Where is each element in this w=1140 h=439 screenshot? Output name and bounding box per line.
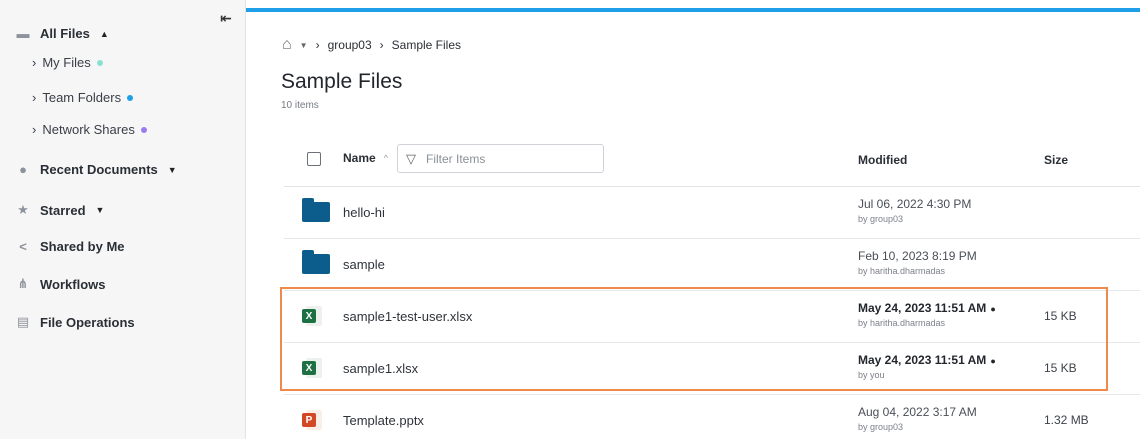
folder-icon bbox=[302, 250, 330, 274]
file-size: 1.32 MB bbox=[1044, 413, 1089, 427]
sort-up-icon: ^ bbox=[383, 153, 388, 163]
modified-by: by group03 bbox=[858, 422, 904, 432]
sidebar-item-label: My Files bbox=[42, 55, 91, 70]
sidebar-item-team-folders[interactable]: › Team Folders bbox=[32, 90, 134, 105]
chevron-right-icon: › bbox=[379, 38, 384, 52]
sidebar-item-recent-documents[interactable]: ● Recent Documents ▼ bbox=[14, 162, 177, 177]
file-size: 15 KB bbox=[1044, 309, 1077, 323]
star-icon: ★ bbox=[17, 202, 29, 217]
excel-file-icon: X bbox=[302, 306, 322, 326]
table-row[interactable]: sample Feb 10, 2023 8:19 PM by haritha.d… bbox=[284, 239, 1140, 291]
file-name[interactable]: hello-hi bbox=[343, 205, 385, 220]
file-name[interactable]: sample1.xlsx bbox=[343, 361, 418, 376]
filter-icon: ▽ bbox=[406, 150, 416, 166]
table-header: Name ^ ▽ Filter Items Modified Size bbox=[284, 131, 1140, 187]
sidebar-item-label: Starred bbox=[40, 202, 86, 218]
sidebar-item-label: All Files bbox=[40, 26, 90, 41]
item-count: 10 items bbox=[281, 100, 319, 111]
table-row[interactable]: X sample1-test-user.xlsx May 24, 2023 11… bbox=[284, 291, 1140, 343]
file-name[interactable]: sample1-test-user.xlsx bbox=[343, 309, 472, 324]
chevron-right-icon: › bbox=[32, 90, 37, 105]
sidebar-item-workflows[interactable]: ⋔ Workflows bbox=[14, 276, 106, 292]
breadcrumb: ⌂ ▼ › group03 › Sample Files bbox=[282, 36, 461, 54]
table-row[interactable]: hello-hi Jul 06, 2022 4:30 PM by group03 bbox=[284, 187, 1140, 239]
sidebar-item-label: Network Shares bbox=[42, 122, 135, 137]
folder-icon bbox=[302, 198, 330, 222]
sidebar-item-file-operations[interactable]: ▤ File Operations bbox=[14, 314, 135, 330]
excel-file-icon: X bbox=[302, 358, 322, 378]
modified-by: by haritha.dharmadas bbox=[858, 266, 946, 276]
column-size-header[interactable]: Size bbox=[1044, 153, 1068, 167]
modified-date: Aug 04, 2022 3:17 AM bbox=[858, 405, 977, 419]
status-dot bbox=[96, 59, 103, 66]
table-row[interactable]: P Template.pptx Aug 04, 2022 3:17 AM by … bbox=[284, 395, 1140, 439]
chevron-down-icon[interactable]: ▼ bbox=[300, 41, 308, 50]
filter-input[interactable]: ▽ Filter Items bbox=[397, 144, 604, 173]
modified-date: Jul 06, 2022 4:30 PM bbox=[858, 197, 972, 211]
filter-placeholder: Filter Items bbox=[426, 151, 486, 166]
powerpoint-file-icon: P bbox=[302, 410, 322, 430]
modified-date: Feb 10, 2023 8:19 PM bbox=[858, 249, 977, 263]
collapse-left-icon[interactable]: ⇤ bbox=[220, 10, 232, 27]
sidebar-item-starred[interactable]: ★ Starred ▼ bbox=[14, 202, 104, 218]
sidebar-item-label: Team Folders bbox=[42, 90, 122, 105]
app: ⇤ ▬ All Files ▲ › My Files › Team Folder… bbox=[0, 0, 1140, 439]
caret-down-icon: ▼ bbox=[167, 164, 177, 175]
page-title: Sample Files bbox=[281, 70, 403, 93]
chevron-right-icon: › bbox=[315, 38, 320, 52]
sidebar-item-label: Recent Documents bbox=[40, 162, 158, 177]
modified-date: May 24, 2023 11:51 AM ● bbox=[858, 353, 996, 367]
breadcrumb-group[interactable]: group03 bbox=[328, 38, 372, 52]
workflow-icon: ⋔ bbox=[17, 276, 29, 291]
modified-by: by you bbox=[858, 370, 885, 380]
select-all-checkbox[interactable] bbox=[307, 152, 321, 166]
sidebar: ⇤ ▬ All Files ▲ › My Files › Team Folder… bbox=[0, 0, 246, 439]
file-size: 15 KB bbox=[1044, 361, 1077, 375]
document-icon: ▤ bbox=[16, 314, 30, 329]
status-dot bbox=[140, 126, 147, 133]
sidebar-item-label: Workflows bbox=[40, 276, 106, 292]
sidebar-item-label: File Operations bbox=[40, 314, 135, 330]
breadcrumb-current: Sample Files bbox=[391, 38, 461, 52]
clock-icon: ● bbox=[19, 162, 27, 177]
status-dot bbox=[127, 94, 134, 101]
modified-date: May 24, 2023 11:51 AM ● bbox=[858, 301, 996, 315]
column-name-label: Name bbox=[343, 151, 376, 165]
chevron-right-icon: › bbox=[32, 55, 37, 70]
modified-by: by group03 bbox=[858, 214, 904, 224]
table-row[interactable]: X sample1.xlsx May 24, 2023 11:51 AM ● by… bbox=[284, 343, 1140, 395]
column-modified-header[interactable]: Modified bbox=[858, 153, 907, 167]
accent-bar bbox=[246, 8, 1140, 12]
caret-up-icon: ▲ bbox=[99, 28, 109, 39]
chevron-right-icon: › bbox=[32, 122, 37, 137]
caret-down-icon: ▼ bbox=[95, 205, 105, 215]
sidebar-item-shared-by-me[interactable]: < Shared by Me bbox=[14, 239, 125, 254]
sidebar-item-all-files[interactable]: ▬ All Files ▲ bbox=[14, 26, 109, 41]
file-name[interactable]: sample bbox=[343, 257, 385, 272]
share-icon: < bbox=[19, 239, 27, 254]
file-name[interactable]: Template.pptx bbox=[343, 413, 424, 428]
folder-icon: ▬ bbox=[16, 26, 30, 41]
sidebar-item-network-shares[interactable]: › Network Shares bbox=[32, 122, 147, 137]
sidebar-item-my-files[interactable]: › My Files bbox=[32, 55, 103, 70]
column-name-header[interactable]: Name ^ bbox=[343, 151, 388, 165]
home-icon[interactable]: ⌂ bbox=[282, 36, 292, 54]
modified-by: by haritha.dharmadas bbox=[858, 318, 946, 328]
sidebar-item-label: Shared by Me bbox=[40, 239, 125, 254]
